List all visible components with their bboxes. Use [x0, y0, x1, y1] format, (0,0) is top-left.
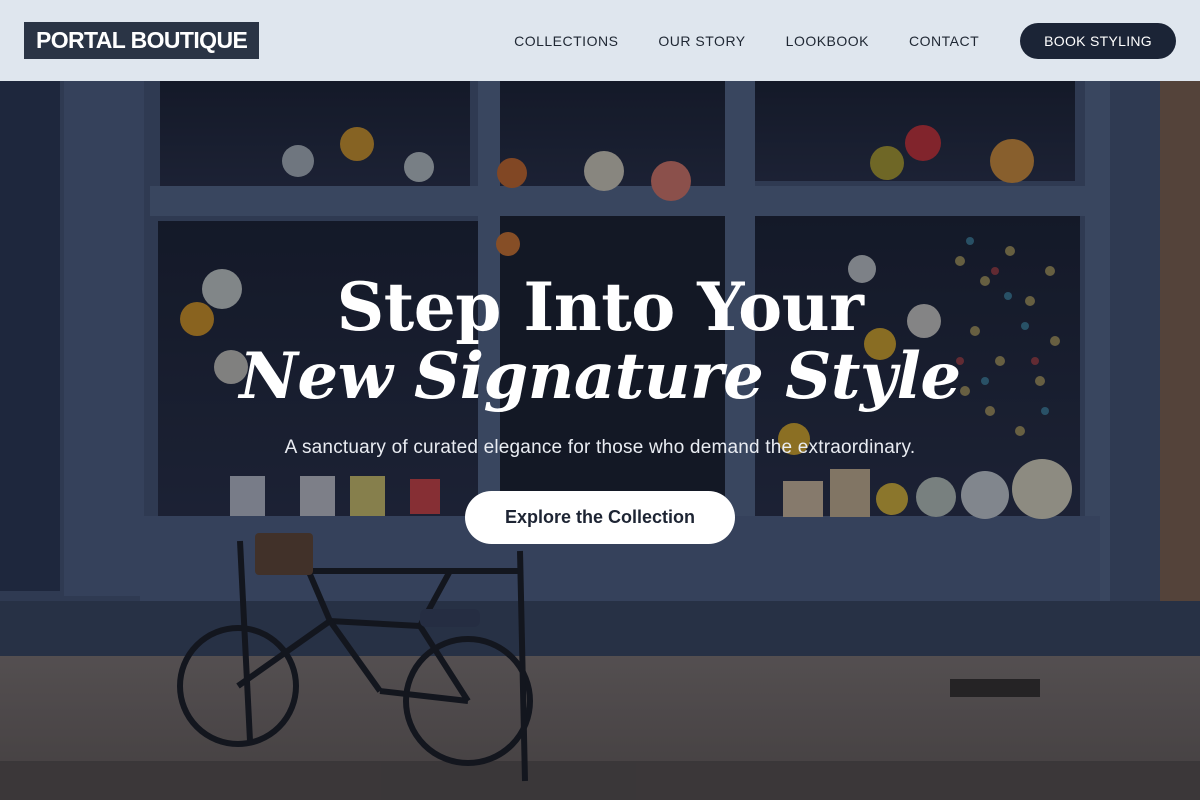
nav-link-collections[interactable]: COLLECTIONS	[514, 33, 618, 49]
nav-links: COLLECTIONS OUR STORY LOOKBOOK CONTACT	[514, 33, 979, 49]
hero-subtitle: A sanctuary of curated elegance for thos…	[284, 437, 916, 458]
hero-section: Step Into Your New Signature Style A san…	[0, 81, 1200, 800]
top-nav: PORTAL BOUTIQUE COLLECTIONS OUR STORY LO…	[0, 0, 1200, 81]
hero-content: Step Into Your New Signature Style A san…	[0, 81, 1200, 800]
explore-collection-button[interactable]: Explore the Collection	[465, 491, 735, 544]
book-styling-button[interactable]: BOOK STYLING	[1020, 22, 1176, 59]
nav-link-lookbook[interactable]: LOOKBOOK	[786, 33, 869, 49]
brand-logo[interactable]: PORTAL BOUTIQUE	[24, 22, 260, 59]
hero-title-line-2: New Signature Style	[239, 339, 961, 414]
nav-link-contact[interactable]: CONTACT	[909, 33, 979, 49]
hero-title-line-1: Step Into Your	[336, 268, 864, 346]
nav-link-our-story[interactable]: OUR STORY	[658, 33, 745, 49]
